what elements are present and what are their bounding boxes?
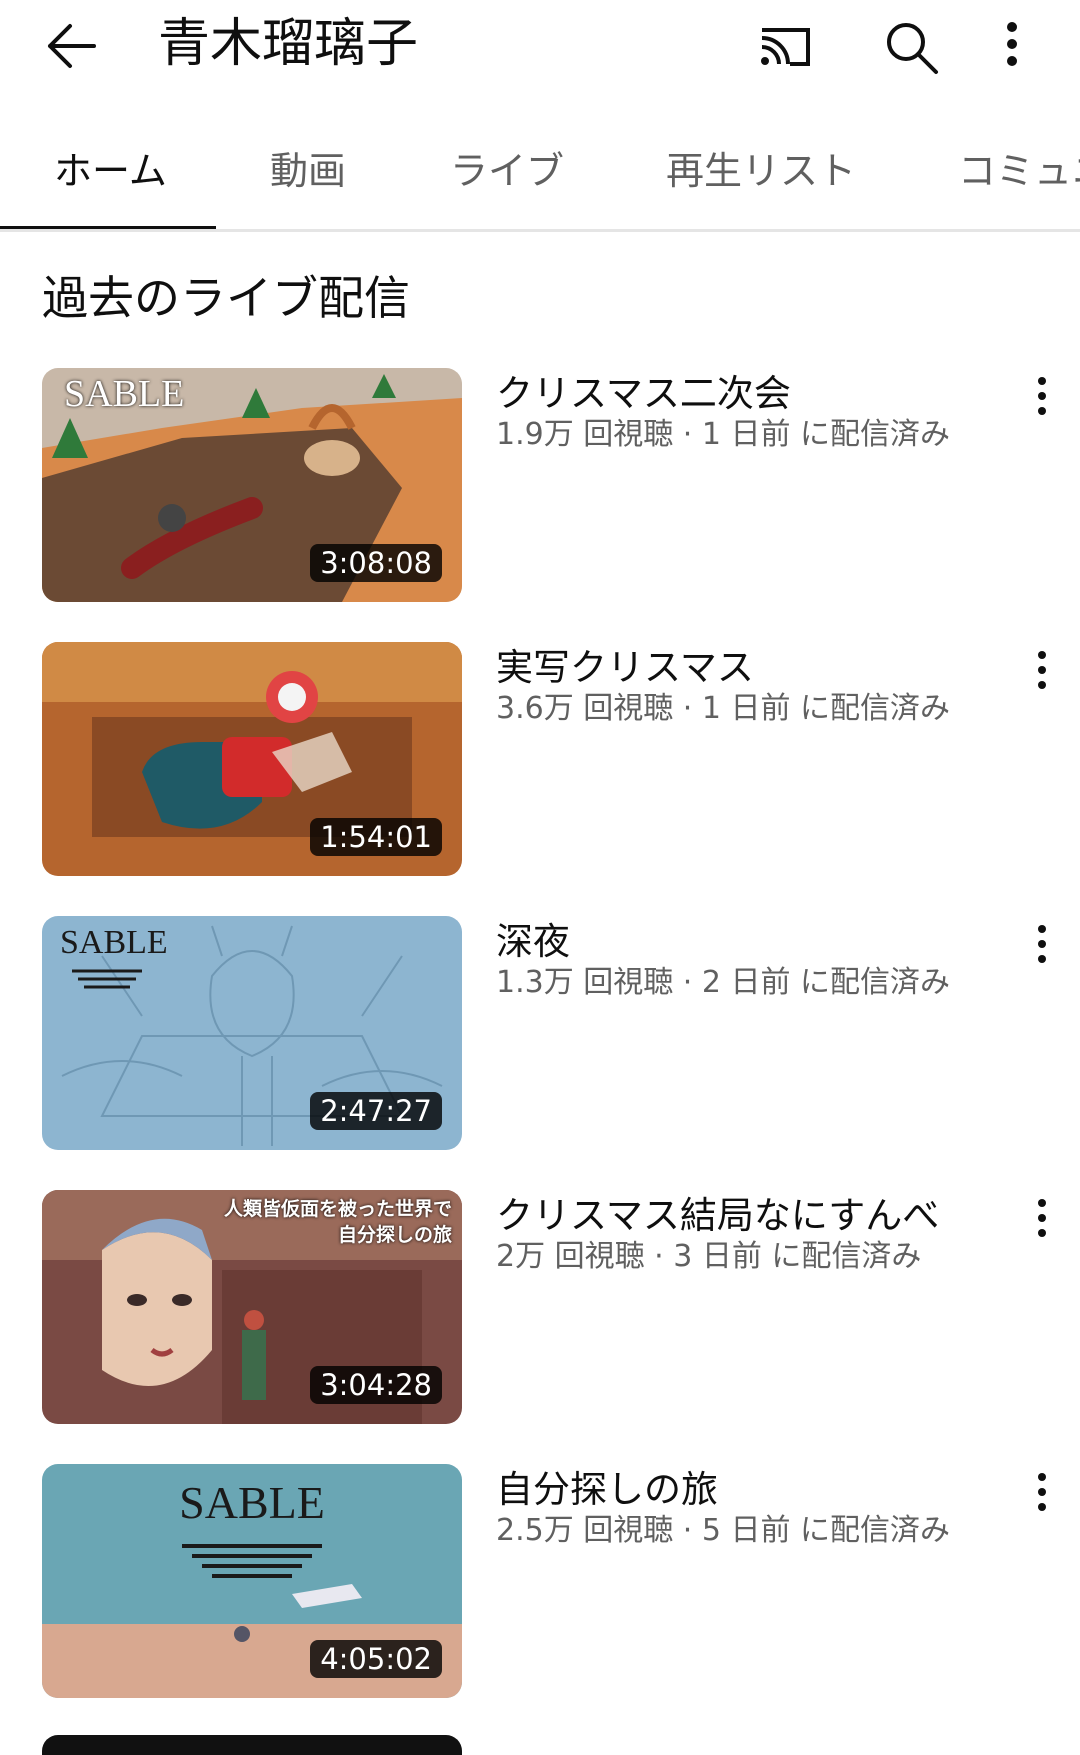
duration-badge: 3:04:28 <box>310 1366 442 1404</box>
more-vert-icon[interactable] <box>1020 372 1064 424</box>
thumbnail-caption-1: 人類皆仮面を被った世界で <box>223 1198 452 1220</box>
more-vert-icon[interactable] <box>1020 920 1064 972</box>
back-arrow-icon[interactable] <box>44 18 104 74</box>
video-meta: 1.9万 回視聴 · 1 日前 に配信済み <box>496 417 951 452</box>
channel-tabs: ホーム 動画 ライブ 再生リスト コミュニ <box>0 110 1080 232</box>
channel-title: 青木瑠璃子 <box>158 14 419 74</box>
thumbnail-caption-2: 自分探しの旅 <box>337 1224 452 1246</box>
video-item: 人類皆仮面を被った世界で 自分探しの旅 3:04:28 クリスマス結局なにすんべ… <box>0 1190 1080 1424</box>
duration-badge: 2:47:27 <box>310 1092 442 1130</box>
tab-community[interactable]: コミュニ <box>958 146 1080 196</box>
video-thumbnail[interactable]: SABLE 3:08:08 <box>42 368 462 602</box>
thumbnail-logo-text: SABLE <box>64 373 185 415</box>
video-item: SABLE 4:05:02 自分探しの旅 2.5万 回視聴 · 5 日前 に配信… <box>0 1464 1080 1698</box>
video-title[interactable]: クリスマス二次会 <box>496 370 791 418</box>
search-icon[interactable] <box>880 16 942 78</box>
video-meta: 1.3万 回視聴 · 2 日前 に配信済み <box>496 965 951 1000</box>
thumbnail-logo-text: SABLE <box>60 924 168 961</box>
more-vert-icon[interactable] <box>992 16 1032 78</box>
duration-badge: 3:08:08 <box>310 544 442 582</box>
video-title[interactable]: クリスマス結局なにすんべ <box>496 1192 939 1240</box>
cast-icon[interactable] <box>754 16 816 78</box>
tab-home[interactable]: ホーム <box>54 146 167 196</box>
video-item: SABLE 3:08:08 クリスマス二次会 1.9万 回視聴 · 1 日前 に… <box>0 368 1080 602</box>
video-thumbnail[interactable]: 1:54:01 <box>42 642 462 876</box>
thumbnail-logo-text: SABLE <box>179 1477 325 1528</box>
tab-live[interactable]: ライブ <box>450 146 564 196</box>
video-title[interactable]: 深夜 <box>496 918 570 966</box>
duration-badge: 4:05:02 <box>310 1640 442 1678</box>
tab-videos[interactable]: 動画 <box>270 146 346 196</box>
duration-badge: 1:54:01 <box>310 818 442 856</box>
more-vert-icon[interactable] <box>1020 646 1064 698</box>
video-thumbnail[interactable]: SABLE 4:05:02 <box>42 1464 462 1698</box>
tab-playlists[interactable]: 再生リスト <box>666 146 856 196</box>
video-meta: 2万 回視聴 · 3 日前 に配信済み <box>496 1239 922 1274</box>
video-title[interactable]: 自分探しの旅 <box>496 1466 718 1514</box>
video-title[interactable]: 実写クリスマス <box>496 644 754 692</box>
video-meta: 3.6万 回視聴 · 1 日前 に配信済み <box>496 691 951 726</box>
video-item: 1:54:01 実写クリスマス 3.6万 回視聴 · 1 日前 に配信済み <box>0 642 1080 876</box>
active-tab-indicator <box>0 226 216 229</box>
more-vert-icon[interactable] <box>1020 1468 1064 1520</box>
video-item: SABLE 2:47:27 深夜 1.3万 回視聴 · 2 日前 に配信済み <box>0 916 1080 1150</box>
video-thumbnail-partial[interactable] <box>42 1735 462 1755</box>
section-title: 過去のライブ配信 <box>42 271 410 325</box>
video-thumbnail[interactable]: 人類皆仮面を被った世界で 自分探しの旅 3:04:28 <box>42 1190 462 1424</box>
top-app-bar: 青木瑠璃子 <box>0 0 1080 110</box>
video-thumbnail[interactable]: SABLE 2:47:27 <box>42 916 462 1150</box>
video-meta: 2.5万 回視聴 · 5 日前 に配信済み <box>496 1513 951 1548</box>
more-vert-icon[interactable] <box>1020 1194 1064 1246</box>
